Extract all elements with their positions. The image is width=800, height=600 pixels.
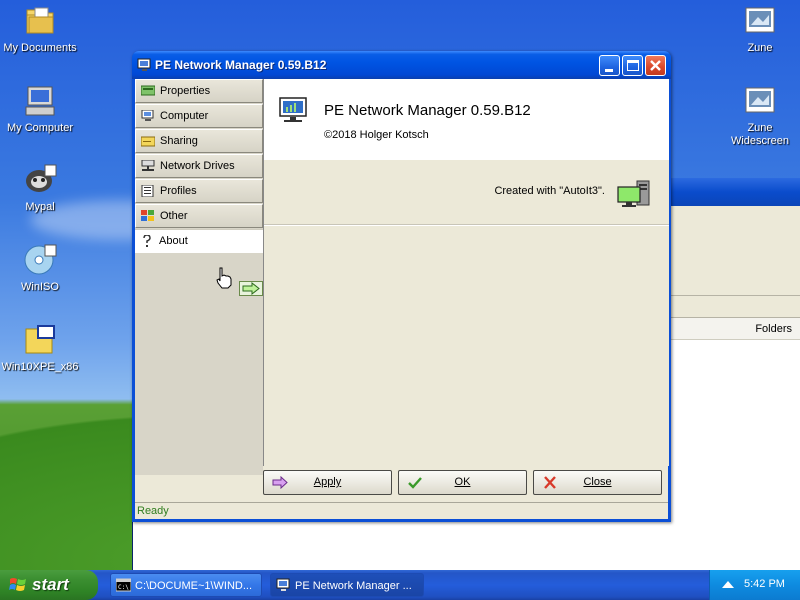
taskbar-item-label: C:\DOCUME~1\WIND... bbox=[135, 580, 253, 592]
close-button[interactable]: Close bbox=[533, 470, 662, 495]
monitor-icon bbox=[141, 110, 154, 121]
background-explorer-window[interactable]: Folders bbox=[668, 178, 800, 570]
desktop-icon-label: My Computer bbox=[6, 122, 74, 134]
app-name: PE Network Manager 0.59.B12 bbox=[324, 102, 531, 119]
desktop-icon-winiso[interactable]: WinISO bbox=[0, 243, 80, 294]
arrow-right-icon bbox=[272, 476, 288, 489]
network-card-icon bbox=[141, 85, 155, 96]
folder-documents-icon bbox=[23, 4, 57, 38]
desktop-icon-label: My Documents bbox=[3, 42, 77, 54]
folders-label: Folders bbox=[755, 323, 792, 335]
desktop-icon-label: Zune bbox=[747, 42, 773, 54]
window-client-area: Properties Computer Sharing Network Driv… bbox=[135, 79, 669, 519]
sidebar-item-sharing[interactable]: Sharing bbox=[135, 129, 263, 153]
ok-button[interactable]: OK bbox=[398, 470, 527, 495]
close-x-icon bbox=[544, 476, 556, 489]
status-bar: Ready bbox=[135, 502, 668, 519]
sidebar-item-label: About bbox=[159, 235, 188, 247]
profile-list-icon bbox=[141, 185, 154, 197]
sidebar-item-label: Computer bbox=[160, 110, 209, 122]
disc-icon bbox=[23, 243, 57, 277]
desktop-icon-zune-widescreen[interactable]: Zune Widescreen bbox=[720, 84, 800, 148]
background-window-toolbar bbox=[669, 206, 800, 296]
sidebar-item-properties[interactable]: Properties bbox=[135, 79, 263, 103]
desktop-icon-label: WinISO bbox=[21, 281, 59, 293]
minimize-button[interactable] bbox=[599, 55, 620, 76]
start-label: start bbox=[32, 575, 69, 594]
background-window-address-bar bbox=[669, 296, 800, 318]
console-icon: C:\ bbox=[116, 578, 131, 592]
desktop-icon-my-computer[interactable]: My Computer bbox=[0, 84, 80, 135]
background-window-titlebar[interactable] bbox=[669, 178, 800, 206]
iso-file-icon bbox=[23, 323, 57, 357]
close-icon bbox=[650, 60, 661, 71]
network-manager-icon bbox=[137, 57, 153, 73]
close-label: Close bbox=[583, 476, 612, 488]
network-drive-icon bbox=[141, 160, 155, 171]
copyright-text: ©2018 Holger Kotsch bbox=[324, 129, 429, 141]
windows-grid-icon bbox=[141, 210, 154, 221]
sidebar-item-label: Properties bbox=[160, 85, 211, 97]
window-titlebar[interactable]: PE Network Manager 0.59.B12 bbox=[132, 51, 671, 79]
about-content-panel: PE Network Manager 0.59.B12 ©2018 Holger… bbox=[263, 79, 669, 466]
about-header: PE Network Manager 0.59.B12 ©2018 Holger… bbox=[264, 79, 669, 159]
network-manager-icon bbox=[276, 578, 290, 591]
desktop-icon-my-documents[interactable]: My Documents bbox=[0, 4, 80, 55]
sidebar-item-other[interactable]: Other bbox=[135, 204, 263, 228]
sidebar-item-profiles[interactable]: Profiles bbox=[135, 179, 263, 203]
close-window-button[interactable] bbox=[645, 55, 666, 76]
tray-expand-icon[interactable] bbox=[722, 581, 734, 588]
sidebar-item-label: Profiles bbox=[160, 185, 197, 197]
dialog-buttons: Apply OK Close bbox=[263, 470, 668, 496]
sidebar-item-network-drives[interactable]: Network Drives bbox=[135, 154, 263, 178]
folder-share-icon bbox=[141, 136, 155, 147]
sidebar-item-label: Other bbox=[160, 210, 188, 222]
sidebar-item-computer[interactable]: Computer bbox=[135, 104, 263, 128]
nav-arrow-icon bbox=[239, 281, 263, 296]
desktop-icon-zune[interactable]: Zune bbox=[720, 4, 800, 55]
apply-button[interactable]: Apply bbox=[263, 470, 392, 495]
sidebar: Properties Computer Sharing Network Driv… bbox=[135, 79, 263, 475]
checkmark-icon bbox=[408, 477, 422, 489]
help-question-icon bbox=[143, 235, 151, 247]
taskbar: start C:\ C:\DOCUME~1\WIND... PE Network… bbox=[0, 570, 800, 600]
folders-column-header[interactable]: Folders bbox=[669, 318, 800, 340]
window-title: PE Network Manager 0.59.B12 bbox=[155, 58, 327, 72]
status-text: Ready bbox=[137, 505, 169, 517]
background-window-body bbox=[132, 520, 672, 570]
sidebar-item-label: Sharing bbox=[160, 135, 198, 147]
desktop-icon-label: Zune Widescreen bbox=[730, 122, 790, 147]
network-manager-icon bbox=[278, 97, 310, 125]
sidebar-item-about[interactable]: About bbox=[135, 229, 263, 253]
picture-file-icon bbox=[743, 84, 777, 118]
autoit-computer-icon bbox=[617, 180, 651, 208]
clock[interactable]: 5:42 PM bbox=[744, 578, 785, 590]
pe-network-manager-window[interactable]: PE Network Manager 0.59.B12 Properties C… bbox=[132, 51, 671, 522]
taskbar-item-label: PE Network Manager ... bbox=[295, 580, 412, 592]
picture-file-icon bbox=[743, 4, 777, 38]
desktop-icon-label: Win10XPE_x86 bbox=[1, 361, 79, 373]
desktop-icon-mypal[interactable]: Mypal bbox=[0, 163, 80, 214]
mypal-browser-icon bbox=[23, 163, 57, 197]
ok-label: OK bbox=[454, 476, 471, 488]
windows-logo-icon bbox=[9, 578, 26, 591]
computer-icon bbox=[23, 84, 57, 118]
desktop-icon-label: Mypal bbox=[25, 201, 55, 213]
start-button[interactable]: start bbox=[0, 570, 98, 600]
created-with-panel: Created with "AutoIt3". bbox=[264, 159, 669, 225]
sidebar-item-label: Network Drives bbox=[160, 160, 235, 172]
maximize-button[interactable] bbox=[622, 55, 643, 76]
apply-label: Apply bbox=[313, 476, 342, 488]
desktop-icon-win10xpe[interactable]: Win10XPE_x86 bbox=[0, 323, 80, 374]
taskbar-item-console[interactable]: C:\ C:\DOCUME~1\WIND... bbox=[110, 573, 262, 597]
created-with-text: Created with "AutoIt3". bbox=[494, 185, 605, 197]
svg-text:C:\: C:\ bbox=[118, 584, 129, 591]
content-body bbox=[264, 225, 669, 466]
taskbar-item-pe-network-manager[interactable]: PE Network Manager ... bbox=[270, 573, 424, 597]
system-tray: 5:42 PM bbox=[709, 570, 800, 600]
hand-cursor-icon bbox=[215, 267, 233, 289]
